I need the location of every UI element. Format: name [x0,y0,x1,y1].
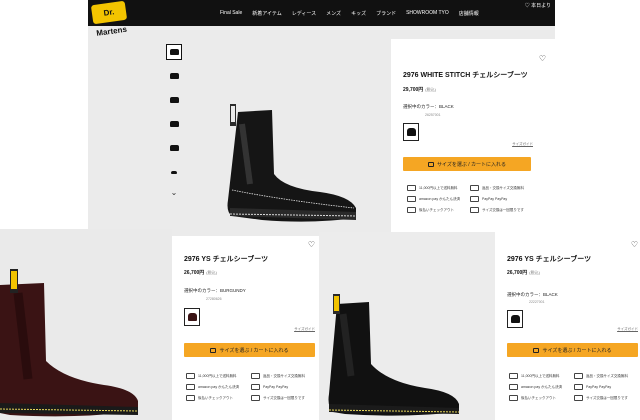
product-price: 26,700円 (税込) [184,270,217,276]
feature-item: 後払いチェックアウト [407,207,464,213]
add-to-cart-button[interactable]: サイズを選ぶ / カートに入れる [184,343,315,357]
product-panel-right: ♡ 2976 YS チェルシーブーツ 26,700円 (税込) 選択中のカラー：B… [495,236,640,420]
feature-item: 11,000円以上で送料無料 [186,373,245,379]
return-icon [251,373,260,379]
features-grid: 11,000円以上で送料無料 返品・交換サイズ交換無料 amazon pay か… [186,373,310,401]
product-code: 26257001 [425,113,441,117]
bottom-right-image [319,232,495,420]
nav-item-ladies[interactable]: レディース [292,10,316,17]
size-guide-link[interactable]: サイズガイド [512,142,533,147]
product-price: 29,700円 (税込) [403,87,436,93]
return-icon [470,185,479,191]
thumbnail[interactable] [166,92,182,108]
nav-item-new[interactable]: 新着アイテム [252,10,282,17]
feature-item: 後払いチェックアウト [509,395,568,401]
cart-icon [210,347,217,353]
product-code: 27280626 [206,297,222,301]
nav-right-info[interactable]: ♡ 本日より [525,2,551,9]
feature-item: PayPay PayPay [251,384,310,390]
paypay-icon [574,384,583,390]
feature-item: amazon pay かんたん決済 [509,384,568,390]
brand-logo[interactable]: Dr. Martens [90,0,127,38]
add-to-cart-button[interactable]: サイズを選ぶ / カートに入れる [403,157,531,171]
nav-item-final-sale[interactable]: Final Sale [220,10,242,16]
thumbnail[interactable] [166,44,182,60]
selected-color-label: 選択中のカラー：BURGUNDY [184,288,246,293]
truck-icon [186,373,195,379]
size-guide-link[interactable]: サイズガイド [294,327,315,332]
color-swatch-burgundy[interactable] [184,308,200,326]
product-title: 2976 YS チェルシーブーツ [184,256,269,263]
product-price: 26,700円 (税込) [507,270,540,276]
feature-item: サイズ交換は一回限りです [470,207,527,213]
size-guide-link[interactable]: サイズガイド [617,327,638,332]
features-grid: 11,000円以上で送料無料 返品・交換サイズ交換無料 amazon pay か… [407,185,527,213]
feature-item: PayPay PayPay [470,196,527,202]
cart-icon [533,347,540,353]
exchange-icon [470,207,479,213]
color-swatch-black[interactable] [403,123,419,141]
bottom-left-image [0,229,172,420]
nav-item-kids[interactable]: キッズ [351,10,366,17]
product-image-burgundy [0,269,139,417]
favorite-heart-icon[interactable]: ♡ [539,54,546,63]
thumbnail[interactable] [166,116,182,132]
navbar: Dr. Martens Final Sale 新着アイテム レディース メンズ … [88,0,555,38]
product-panel-top: ♡ 2976 WHITE STITCH チェルシーブーツ 29,700円 (税込)… [391,39,555,236]
feature-item: 11,000円以上で送料無料 [407,185,464,191]
deferred-payment-icon [407,207,416,213]
nav-item-stores[interactable]: 店舗情報 [459,10,479,17]
amazon-pay-icon [407,196,416,202]
feature-item: 返品・交換サイズ交換無料 [470,185,527,191]
product-code: 22227001 [529,300,545,304]
feature-item: amazon pay かんたん決済 [407,196,464,202]
thumbnail[interactable] [166,140,182,156]
favorite-heart-icon[interactable]: ♡ [308,240,315,249]
nav-menu: Final Sale 新着アイテム レディース メンズ キッズ ブランド SHO… [220,0,479,26]
amazon-pay-icon [186,384,195,390]
color-swatch-black[interactable] [507,310,523,328]
deferred-payment-icon [509,395,518,401]
features-grid: 11,000円以上で送料無料 返品・交換サイズ交換無料 amazon pay か… [509,373,633,401]
nav-item-showroom[interactable]: SHOWROOM TYO [406,10,449,16]
nav-item-brand[interactable]: ブランド [376,10,396,17]
feature-item: サイズ交換は一回限りです [574,395,633,401]
product-title: 2976 WHITE STITCH チェルシーブーツ [403,72,528,79]
product-panel-left: ♡ 2976 YS チェルシーブーツ 26,700円 (税込) 選択中のカラー：B… [172,236,319,420]
feature-item: amazon pay かんたん決済 [186,384,245,390]
product-image-black [328,294,460,416]
product-title: 2976 YS チェルシーブーツ [507,256,592,263]
feature-item: PayPay PayPay [574,384,633,390]
deferred-payment-icon [186,395,195,401]
return-icon [574,373,583,379]
feature-item: 11,000円以上で送料無料 [509,373,568,379]
thumbnail-strip: ⌄ [166,44,184,197]
top-screenshot: Dr. Martens Final Sale 新着アイテム レディース メンズ … [88,0,555,236]
exchange-icon [251,395,260,401]
amazon-pay-icon [509,384,518,390]
selected-color-label: 選択中のカラー：BLACK [507,292,558,297]
feature-item: 後払いチェックアウト [186,395,245,401]
truck-icon [509,373,518,379]
product-image [227,104,357,222]
nav-item-mens[interactable]: メンズ [326,10,341,17]
cart-icon [427,161,434,167]
add-to-cart-button[interactable]: サイズを選ぶ / カートに入れる [507,343,638,357]
thumbnail[interactable] [166,68,182,84]
truck-icon [407,185,416,191]
feature-item: サイズ交換は一回限りです [251,395,310,401]
paypay-icon [470,196,479,202]
feature-item: 返品・交換サイズ交換無料 [574,373,633,379]
thumbnail[interactable] [166,164,182,180]
exchange-icon [574,395,583,401]
feature-item: 返品・交換サイズ交換無料 [251,373,310,379]
favorite-heart-icon[interactable]: ♡ [631,240,638,249]
chevron-down-icon[interactable]: ⌄ [166,188,182,197]
paypay-icon [251,384,260,390]
selected-color-label: 選択中のカラー：BLACK [403,104,454,109]
